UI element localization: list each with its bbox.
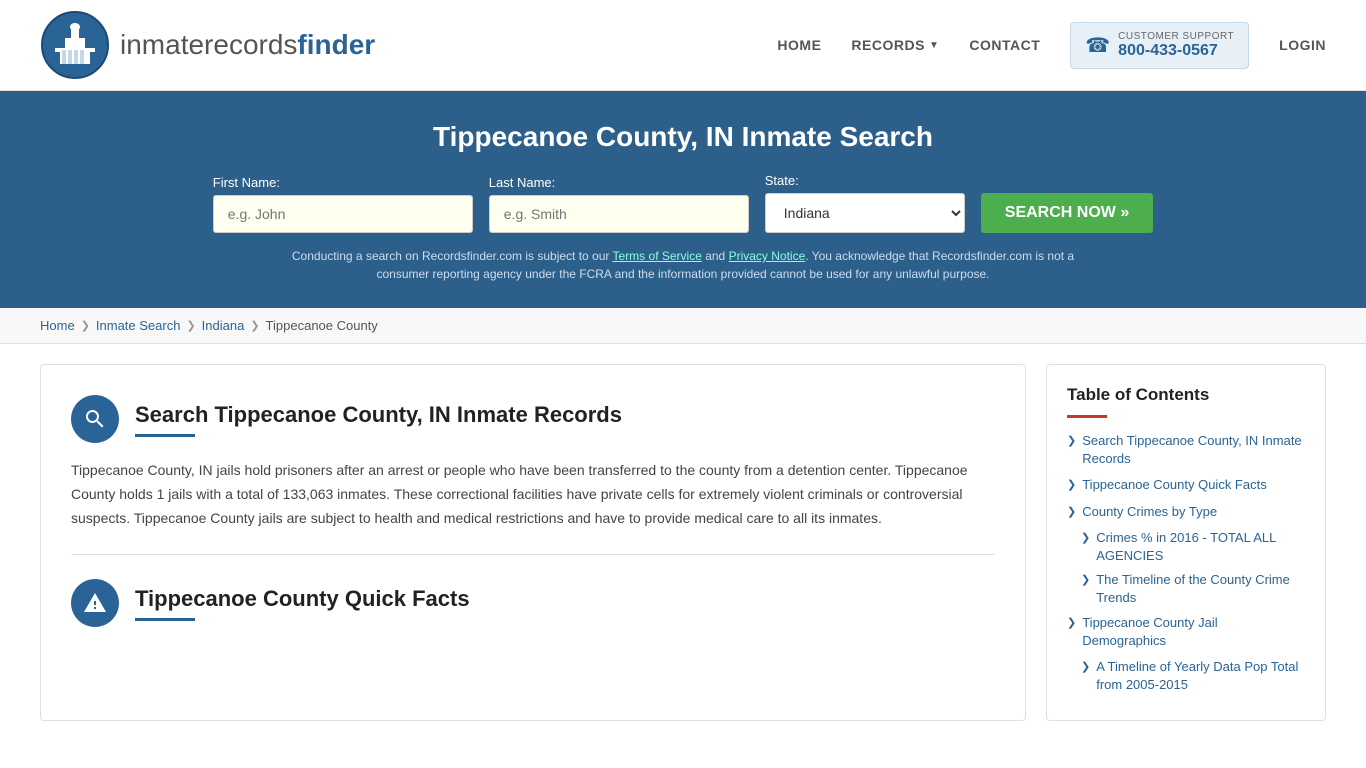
state-label: State:	[765, 173, 965, 188]
privacy-notice-link[interactable]: Privacy Notice	[729, 249, 806, 263]
page-header: inmaterecordsfinder HOME RECORDS ▼ CONTA…	[0, 0, 1366, 91]
toc-sub-link-3[interactable]: ❯ A Timeline of Yearly Data Pop Total fr…	[1081, 658, 1305, 694]
search-section-title: Search Tippecanoe County, IN Inmate Reco…	[135, 402, 622, 428]
first-name-input[interactable]	[213, 195, 473, 233]
breadcrumb-sep-1: ❯	[81, 319, 90, 332]
toc-link-1[interactable]: ❯ Search Tippecanoe County, IN Inmate Re…	[1067, 432, 1305, 468]
records-chevron-icon: ▼	[929, 40, 939, 51]
customer-support-box: ☎ CUSTOMER SUPPORT 800-433-0567	[1070, 22, 1249, 69]
toc-sub-item-2: ❯ The Timeline of the County Crime Trend…	[1081, 571, 1305, 607]
hero-disclaimer: Conducting a search on Recordsfinder.com…	[283, 247, 1083, 283]
toc-sub-item-3: ❯ A Timeline of Yearly Data Pop Total fr…	[1081, 658, 1305, 694]
headset-icon: ☎	[1085, 33, 1110, 58]
toc-chevron-2: ❯	[1067, 478, 1076, 493]
content-area: Search Tippecanoe County, IN Inmate Reco…	[40, 364, 1026, 721]
last-name-group: Last Name:	[489, 175, 749, 233]
toc-list: ❯ Search Tippecanoe County, IN Inmate Re…	[1067, 432, 1305, 694]
toc-sub-chevron-3: ❯	[1081, 660, 1090, 675]
toc-box: Table of Contents ❯ Search Tippecanoe Co…	[1046, 364, 1326, 721]
warning-icon	[83, 591, 107, 615]
support-text: CUSTOMER SUPPORT 800-433-0567	[1118, 31, 1234, 60]
toc-chevron-1: ❯	[1067, 434, 1076, 449]
quick-facts-title-group: Tippecanoe County Quick Facts	[135, 586, 470, 621]
search-section-body: Tippecanoe County, IN jails hold prisone…	[71, 459, 995, 530]
search-section-title-group: Search Tippecanoe County, IN Inmate Reco…	[135, 402, 622, 437]
first-name-label: First Name:	[213, 175, 473, 190]
section-divider	[71, 554, 995, 555]
nav-home[interactable]: HOME	[777, 37, 821, 53]
section-title-underline	[135, 434, 195, 437]
search-section-header: Search Tippecanoe County, IN Inmate Reco…	[71, 395, 995, 443]
breadcrumb-current: Tippecanoe County	[266, 318, 378, 333]
search-button[interactable]: SEARCH NOW »	[981, 193, 1153, 233]
support-number: 800-433-0567	[1118, 42, 1234, 60]
toc-sub-link-2[interactable]: ❯ The Timeline of the County Crime Trend…	[1081, 571, 1305, 607]
main-container: Search Tippecanoe County, IN Inmate Reco…	[0, 344, 1366, 741]
breadcrumb-home[interactable]: Home	[40, 318, 75, 333]
toc-link-4[interactable]: ❯ Tippecanoe County Jail Demographics	[1067, 614, 1305, 650]
toc-item-4: ❯ Tippecanoe County Jail Demographics	[1067, 614, 1305, 650]
state-group: State: Indiana Alabama Alaska Arizona Ar…	[765, 173, 965, 233]
toc-sub-chevron-1: ❯	[1081, 531, 1090, 546]
nav-contact[interactable]: CONTACT	[969, 37, 1040, 53]
toc-sub-list: ❯ Crimes % in 2016 - TOTAL ALL AGENCIES …	[1081, 529, 1305, 608]
toc-link-3[interactable]: ❯ County Crimes by Type	[1067, 503, 1305, 521]
toc-sub-chevron-2: ❯	[1081, 573, 1090, 588]
search-form: First Name: Last Name: State: Indiana Al…	[40, 173, 1326, 233]
state-select[interactable]: Indiana Alabama Alaska Arizona Arkansas …	[765, 193, 965, 233]
terms-of-service-link[interactable]: Terms of Service	[613, 249, 702, 263]
toc-item-3: ❯ County Crimes by Type	[1067, 503, 1305, 521]
hero-title: Tippecanoe County, IN Inmate Search	[40, 121, 1326, 153]
logo-text: inmaterecordsfinder	[120, 29, 375, 61]
magnifier-icon	[83, 407, 107, 431]
toc-item-1: ❯ Search Tippecanoe County, IN Inmate Re…	[1067, 432, 1305, 468]
breadcrumb-inmate-search[interactable]: Inmate Search	[96, 318, 181, 333]
toc-title: Table of Contents	[1067, 385, 1305, 405]
search-section-icon	[71, 395, 119, 443]
toc-item-2: ❯ Tippecanoe County Quick Facts	[1067, 476, 1305, 494]
main-nav: HOME RECORDS ▼ CONTACT ☎ CUSTOMER SUPPOR…	[777, 22, 1326, 69]
toc-divider	[1067, 415, 1107, 418]
sidebar: Table of Contents ❯ Search Tippecanoe Co…	[1046, 364, 1326, 721]
toc-sub-list-2: ❯ A Timeline of Yearly Data Pop Total fr…	[1081, 658, 1305, 694]
breadcrumb: Home ❯ Inmate Search ❯ Indiana ❯ Tippeca…	[0, 308, 1366, 344]
nav-records[interactable]: RECORDS ▼	[851, 37, 939, 53]
toc-chevron-3: ❯	[1067, 505, 1076, 520]
breadcrumb-indiana[interactable]: Indiana	[202, 318, 245, 333]
first-name-group: First Name:	[213, 175, 473, 233]
support-label: CUSTOMER SUPPORT	[1118, 31, 1234, 42]
breadcrumb-sep-2: ❯	[186, 319, 195, 332]
logo-icon	[40, 10, 110, 80]
quick-facts-underline	[135, 618, 195, 621]
toc-sub-link-1[interactable]: ❯ Crimes % in 2016 - TOTAL ALL AGENCIES	[1081, 529, 1305, 565]
quick-facts-title: Tippecanoe County Quick Facts	[135, 586, 470, 612]
toc-link-2[interactable]: ❯ Tippecanoe County Quick Facts	[1067, 476, 1305, 494]
quick-facts-icon	[71, 579, 119, 627]
logo-area: inmaterecordsfinder	[40, 10, 375, 80]
breadcrumb-sep-3: ❯	[250, 319, 259, 332]
toc-sub-item-1: ❯ Crimes % in 2016 - TOTAL ALL AGENCIES	[1081, 529, 1305, 565]
quick-facts-header: Tippecanoe County Quick Facts	[71, 579, 995, 627]
hero-section: Tippecanoe County, IN Inmate Search Firs…	[0, 91, 1366, 308]
last-name-input[interactable]	[489, 195, 749, 233]
nav-login[interactable]: LOGIN	[1279, 37, 1326, 53]
last-name-label: Last Name:	[489, 175, 749, 190]
toc-chevron-4: ❯	[1067, 616, 1076, 631]
